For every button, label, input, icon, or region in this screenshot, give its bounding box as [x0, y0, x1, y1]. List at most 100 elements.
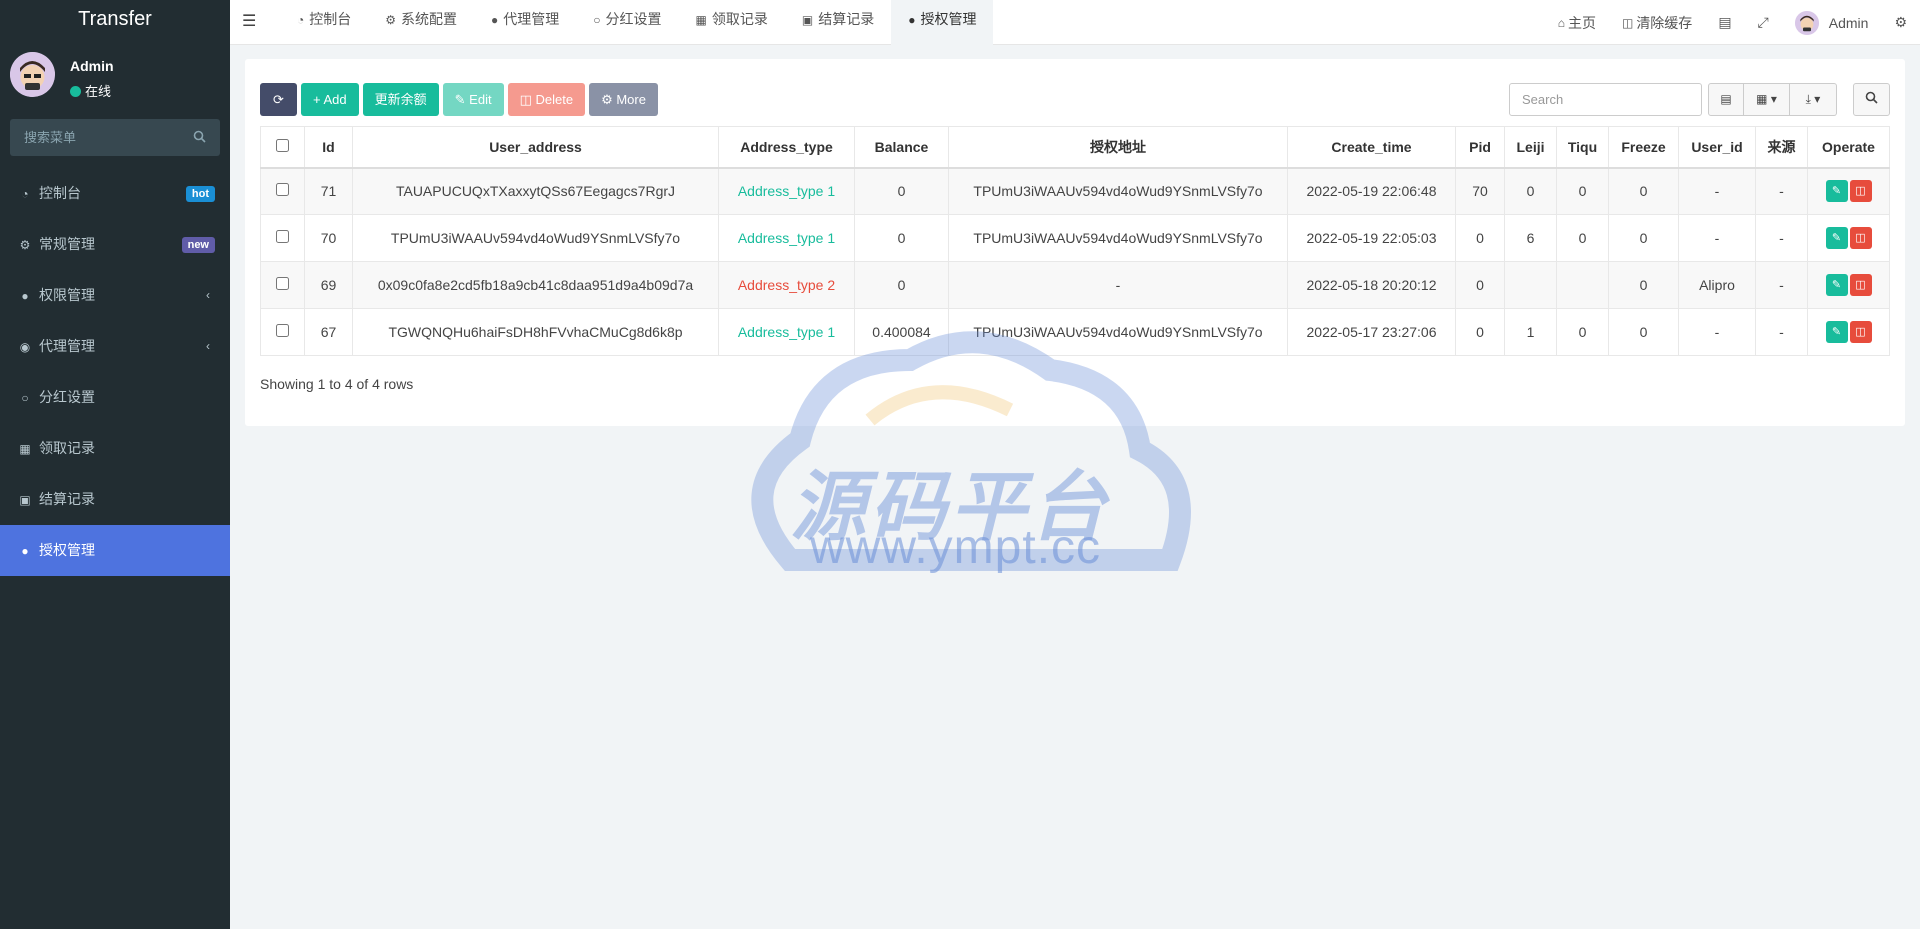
column-header[interactable]: User_id [1678, 126, 1756, 169]
column-header[interactable]: Pid [1455, 126, 1505, 169]
circle-icon: ○ [593, 13, 601, 27]
cell-auth-address: TPUmU3iWAAUv594vd4oWud9YSnmLVSfy7o [948, 167, 1288, 215]
cell-pid: 70 [1455, 167, 1505, 215]
cell-source: - [1755, 167, 1808, 215]
tab-dashboard[interactable]: ◔ 控制台 [280, 0, 368, 45]
fullscreen-button[interactable]: ⤢ [1745, 14, 1782, 31]
row-edit-button[interactable]: ✎ [1825, 180, 1848, 203]
tab-label: 授权管理 [920, 11, 977, 27]
tab-settlements[interactable]: ▣ 结算记录 [785, 0, 891, 45]
select-all-checkbox[interactable] [276, 138, 289, 152]
column-header[interactable]: Freeze [1608, 126, 1679, 169]
cell-leiji [1504, 261, 1557, 309]
language-icon: ▤ [1718, 14, 1732, 30]
expand-icon: ⤢ [1757, 14, 1769, 30]
table-row[interactable]: 71 TAUAPUCUQxTXaxxytQSs67Eegagcs7RgrJ Ad… [260, 167, 1890, 215]
column-header[interactable]: Tiqu [1556, 126, 1609, 169]
sidebar-item-label: 代理管理 [39, 338, 95, 354]
pencil-icon: ✎ [1831, 185, 1842, 198]
row-edit-button[interactable]: ✎ [1825, 321, 1848, 343]
cell-user-id: Alipro [1678, 261, 1756, 309]
sidebar-item-general[interactable]: ⚙ 常规管理 new [0, 219, 230, 270]
cell-id: 67 [304, 308, 353, 356]
toggle-view-button[interactable]: ▤ [1708, 83, 1744, 116]
cell-address-type[interactable]: Address_type 1 [718, 308, 855, 356]
row-edit-button[interactable]: ✎ [1825, 227, 1848, 249]
update-balance-button[interactable]: 更新余额 [362, 83, 439, 116]
cell-balance: 0.400084 [854, 308, 949, 356]
row-checkbox[interactable] [276, 277, 289, 290]
add-button[interactable]: + Add [301, 83, 359, 116]
cell-id: 70 [304, 214, 353, 262]
home-link[interactable]: ⌂ 主页 [1545, 13, 1609, 33]
more-button[interactable]: ⚙ More [589, 83, 658, 116]
row-checkbox[interactable] [276, 183, 289, 197]
column-header[interactable]: 来源 [1755, 126, 1808, 169]
advanced-search-button[interactable] [1853, 83, 1890, 116]
translate-button[interactable]: ▤ [1705, 14, 1744, 31]
user-menu[interactable]: Admin [1782, 10, 1882, 35]
row-delete-button[interactable]: ◫ [1849, 321, 1872, 343]
column-header[interactable]: Address_type [718, 126, 855, 169]
new-badge: new [181, 237, 215, 253]
sidebar-item-label: 权限管理 [39, 287, 95, 303]
user-name: Admin [70, 58, 114, 74]
tab-authorization[interactable]: ● 授权管理 [891, 0, 994, 45]
trash-icon: ◫ [1855, 185, 1866, 198]
table-row[interactable]: 67 TGWQNQHu6haiFsDH8hFVvhaCMuCg8d6k8p Ad… [260, 308, 1890, 356]
refresh-button[interactable]: ⟳ [260, 83, 297, 116]
tab-system-config[interactable]: ⚙ 系统配置 [368, 0, 474, 45]
column-header[interactable]: Create_time [1287, 126, 1456, 169]
row-checkbox[interactable] [276, 324, 289, 337]
table-row[interactable]: 69 0x09c0fa8e2cd5fb18a9cb41c8daa951d9a4b… [260, 261, 1890, 309]
top-nav: ☰ ◔ 控制台 ⚙ 系统配置 ● 代理管理 ○ 分红设置 ▦ 领取记录 ▣ 结算记录 ● 授权… [230, 0, 1920, 45]
edit-button[interactable]: ✎ Edit [442, 83, 504, 116]
download-icon: ⤓ ▾ [1805, 92, 1821, 106]
cell-user-id: - [1678, 214, 1756, 262]
cell-balance: 0 [854, 167, 949, 215]
table-row[interactable]: 70 TPUmU3iWAAUv594vd4oWud9YSnmLVSfy7o Ad… [260, 214, 1890, 262]
sidebar-item-settlements[interactable]: ▣ 结算记录 [0, 474, 230, 525]
column-header[interactable]: Leiji [1504, 126, 1557, 169]
table-search-input[interactable] [1509, 83, 1702, 116]
settings-button[interactable]: ⚙ [1881, 14, 1920, 31]
columns-button[interactable]: ▦ ▾ [1744, 83, 1790, 116]
tab-dividend[interactable]: ○ 分红设置 [576, 0, 678, 45]
row-checkbox[interactable] [276, 230, 289, 243]
cell-tiqu: 0 [1556, 214, 1609, 262]
cell-address-type[interactable]: Address_type 2 [718, 261, 855, 309]
sidebar-item-claims[interactable]: ▦ 领取记录 [0, 423, 230, 474]
cell-freeze: 0 [1608, 214, 1679, 262]
row-delete-button[interactable]: ◫ [1849, 180, 1872, 203]
sidebar-item-authorization[interactable]: ● 授权管理 [0, 525, 230, 576]
tab-claims[interactable]: ▦ 领取记录 [679, 0, 785, 45]
row-delete-button[interactable]: ◫ [1849, 227, 1872, 249]
sidebar-item-dashboard[interactable]: ◔ 控制台 hot [0, 168, 230, 219]
sidebar-item-agents[interactable]: ◉ 代理管理 ‹ [0, 321, 230, 372]
app-logo[interactable]: Transfer [0, 0, 230, 38]
delete-label: Delete [535, 92, 574, 107]
export-button[interactable]: ⤓ ▾ [1790, 83, 1837, 116]
column-header[interactable]: 授权地址 [948, 126, 1288, 169]
clear-cache-button[interactable]: ◫ 清除缓存 [1609, 13, 1705, 33]
column-header[interactable]: User_address [352, 126, 719, 169]
sidebar-item-permissions[interactable]: ● 权限管理 ‹ [0, 270, 230, 321]
cell-address-type[interactable]: Address_type 1 [718, 167, 855, 215]
row-edit-button[interactable]: ✎ [1825, 274, 1848, 296]
delete-button[interactable]: ◫ Delete [507, 83, 586, 116]
menu-search-input[interactable] [10, 119, 180, 156]
column-header[interactable]: Balance [854, 126, 949, 169]
cell-address-type[interactable]: Address_type 1 [718, 214, 855, 262]
row-delete-button[interactable]: ◫ [1849, 274, 1872, 296]
column-header[interactable]: Id [304, 126, 353, 169]
tab-agents[interactable]: ● 代理管理 [474, 0, 576, 45]
sidebar: Transfer Admin 在线 ◔ 控制台 hot ⚙ 常规管理 new ● 权限管理… [0, 0, 230, 929]
search-icon[interactable] [193, 130, 206, 146]
sidebar-menu: ◔ 控制台 hot ⚙ 常规管理 new ● 权限管理 ‹ ◉ 代理管理 ‹ ○ 分红设置 ▦ 领取… [0, 168, 230, 576]
cell-tiqu: 0 [1556, 167, 1609, 215]
gear-icon: ⚙ [601, 92, 617, 107]
menu-toggle-icon[interactable]: ☰ [242, 11, 256, 31]
sidebar-item-dividend[interactable]: ○ 分红设置 [0, 372, 230, 423]
pencil-icon: ✎ [1831, 326, 1842, 338]
cell-auth-address: - [948, 261, 1288, 309]
